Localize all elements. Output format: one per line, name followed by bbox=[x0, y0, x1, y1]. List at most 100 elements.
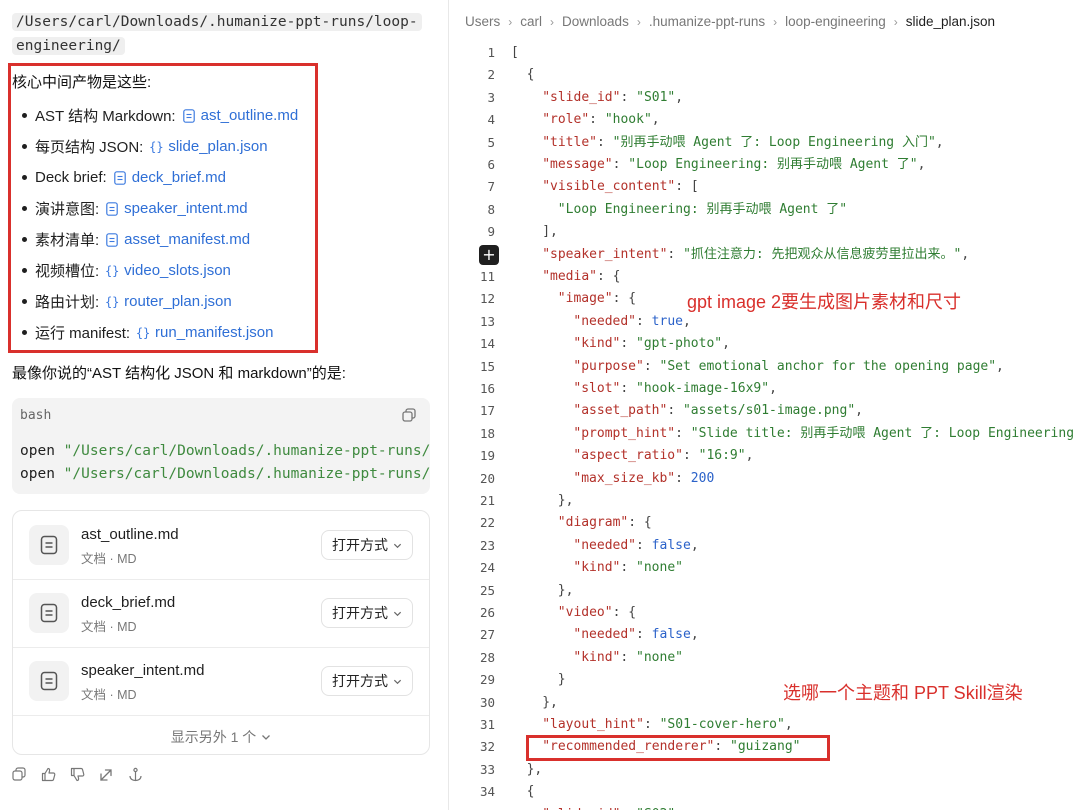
json-key: "prompt_hint" bbox=[573, 425, 676, 441]
show-more-label: 显示另外 1 个 bbox=[170, 729, 257, 745]
json-punct: : bbox=[643, 358, 660, 374]
code-text: "slot": "hook-image-16x9", bbox=[511, 378, 777, 400]
code-line: 8 "Loop Engineering: 别再手动喂 Agent 了" bbox=[449, 199, 1080, 221]
chevron-right-icon: › bbox=[893, 14, 898, 29]
json-punct: , bbox=[722, 336, 730, 352]
open-with-button[interactable]: 打开方式 bbox=[321, 598, 413, 628]
file-card[interactable]: speaker_intent.md 文档 · MD 打开方式 bbox=[13, 647, 429, 715]
line-number: 27 bbox=[479, 627, 495, 643]
json-punct: { bbox=[526, 784, 535, 800]
json-key: "video" bbox=[557, 605, 613, 620]
json-key: "image" bbox=[557, 291, 613, 307]
json-string: "hook-image-16x9" bbox=[636, 381, 770, 396]
chat-panel: /Users/carl/Downloads/.humanize-ppt-runs… bbox=[0, 0, 448, 810]
code-text: "needed": false, bbox=[511, 624, 698, 646]
code-line: 21}, bbox=[449, 490, 1080, 512]
breadcrumb-item[interactable]: loop-engineering bbox=[785, 14, 886, 29]
code-line: 34 { bbox=[449, 781, 1080, 803]
file-meta: 文档 · MD bbox=[81, 620, 137, 634]
code-line: 22 "diagram": { bbox=[449, 512, 1080, 534]
json-punct: }, bbox=[557, 493, 574, 508]
code-text: "aspect_ratio": "16:9", bbox=[511, 445, 753, 467]
file-card[interactable]: ast_outline.md 文档 · MD 打开方式 bbox=[13, 511, 429, 579]
message-actions bbox=[10, 765, 144, 783]
copy-code-icon[interactable] bbox=[402, 408, 416, 422]
line-number: 23 bbox=[479, 537, 495, 553]
code-line: 7 "visible_content": [ bbox=[449, 176, 1080, 198]
json-punct: : bbox=[667, 246, 684, 262]
open-with-button[interactable]: 打开方式 bbox=[321, 666, 413, 696]
thumbs-up-icon[interactable] bbox=[39, 765, 57, 783]
json-punct: , bbox=[917, 157, 926, 172]
open-with-button[interactable]: 打开方式 bbox=[321, 530, 413, 560]
code-text: [ bbox=[511, 42, 519, 64]
chevron-down-icon bbox=[393, 543, 402, 548]
file-card[interactable]: deck_brief.md 文档 · MD 打开方式 bbox=[13, 579, 429, 647]
code-line: 4 "role": "hook", bbox=[449, 109, 1080, 131]
line-number: 5 bbox=[487, 134, 495, 150]
json-punct: , bbox=[675, 89, 684, 105]
json-key: "asset_path" bbox=[573, 403, 668, 419]
code-text: "asset_path": "assets/s01-image.png", bbox=[511, 400, 863, 422]
code-text: "image": { bbox=[511, 288, 636, 310]
json-string: "16:9" bbox=[698, 448, 746, 464]
line-number: 26 bbox=[479, 605, 495, 620]
line-number: 25 bbox=[479, 582, 495, 598]
line-number: 20 bbox=[479, 470, 495, 486]
code-text: "Loop Engineering: 别再手动喂 Agent 了" bbox=[511, 199, 847, 221]
code-line: open "/Users/carl/Downloads/.humanize-pp… bbox=[20, 466, 430, 482]
json-punct: { bbox=[526, 67, 535, 83]
line-number: 14 bbox=[479, 336, 495, 352]
code-line: 9], bbox=[449, 221, 1080, 243]
json-punct: : bbox=[620, 560, 637, 576]
json-punct: , bbox=[682, 313, 691, 329]
json-punct: : bbox=[596, 134, 613, 150]
json-key: "slide_id" bbox=[542, 89, 621, 105]
code-text: { bbox=[511, 64, 535, 86]
thumbs-down-icon[interactable] bbox=[68, 765, 86, 783]
json-key: "slide_id" bbox=[542, 807, 620, 810]
anchor-icon[interactable] bbox=[126, 765, 144, 783]
json-string: "Loop Engineering: 别再手动喂 Agent 了" bbox=[557, 201, 848, 217]
line-number: 22 bbox=[479, 515, 495, 531]
json-string: "hook" bbox=[604, 112, 652, 128]
copy-icon[interactable] bbox=[10, 765, 28, 783]
code-line: 1[ bbox=[449, 42, 1080, 64]
json-punct: , bbox=[996, 358, 1004, 374]
share-icon[interactable] bbox=[97, 765, 115, 783]
code-line: 20 "max_size_kb": 200 bbox=[449, 468, 1080, 490]
breadcrumb-item[interactable]: carl bbox=[520, 14, 542, 29]
file-meta: 文档 · MD bbox=[81, 688, 137, 702]
path-line-1: /Users/carl/Downloads/.humanize-ppt-runs… bbox=[12, 13, 422, 31]
line-number: 8 bbox=[487, 201, 495, 217]
code-line: 31 "layout_hint": "S01-cover-hero", bbox=[449, 714, 1080, 736]
breadcrumb-item[interactable]: Downloads bbox=[562, 14, 629, 29]
line-number: 33 bbox=[479, 761, 495, 777]
json-punct: : bbox=[620, 649, 637, 665]
chevron-down-icon bbox=[393, 611, 402, 616]
json-key: "speaker_intent" bbox=[542, 246, 668, 262]
json-punct: : bbox=[612, 157, 629, 172]
json-key: "layout_hint" bbox=[542, 717, 644, 732]
line-number: 24 bbox=[479, 560, 495, 576]
chevron-right-icon: › bbox=[550, 14, 555, 29]
code-line: 10"speaker_intent": "抓住注意力: 先把观众从信息疲劳里拉出… bbox=[449, 244, 1080, 266]
json-punct: } bbox=[557, 672, 566, 688]
line-number: 32 bbox=[479, 739, 495, 755]
chevron-right-icon: › bbox=[773, 14, 778, 29]
show-more-button[interactable]: 显示另外 1 个 bbox=[13, 720, 429, 754]
json-punct: [ bbox=[511, 45, 519, 60]
highlight-box-artifacts bbox=[8, 63, 318, 353]
json-string: "Loop Engineering: 别再手动喂 Agent 了" bbox=[628, 157, 918, 172]
file-viewer: Users › carl › Downloads › .humanize-ppt-ru… bbox=[449, 0, 1080, 810]
json-key: "needed" bbox=[573, 313, 637, 329]
json-punct: , bbox=[745, 448, 754, 464]
json-key: "visible_content" bbox=[542, 179, 676, 195]
breadcrumb-item[interactable]: .humanize-ppt-runs bbox=[649, 14, 765, 29]
add-comment-plus-icon[interactable]: + bbox=[479, 245, 499, 265]
breadcrumb-item[interactable]: Users bbox=[465, 14, 500, 29]
line-number: 30 bbox=[479, 694, 495, 710]
json-punct: }, bbox=[557, 582, 574, 598]
code-text: "role": "hook", bbox=[511, 109, 659, 131]
json-punct: , bbox=[690, 537, 699, 553]
